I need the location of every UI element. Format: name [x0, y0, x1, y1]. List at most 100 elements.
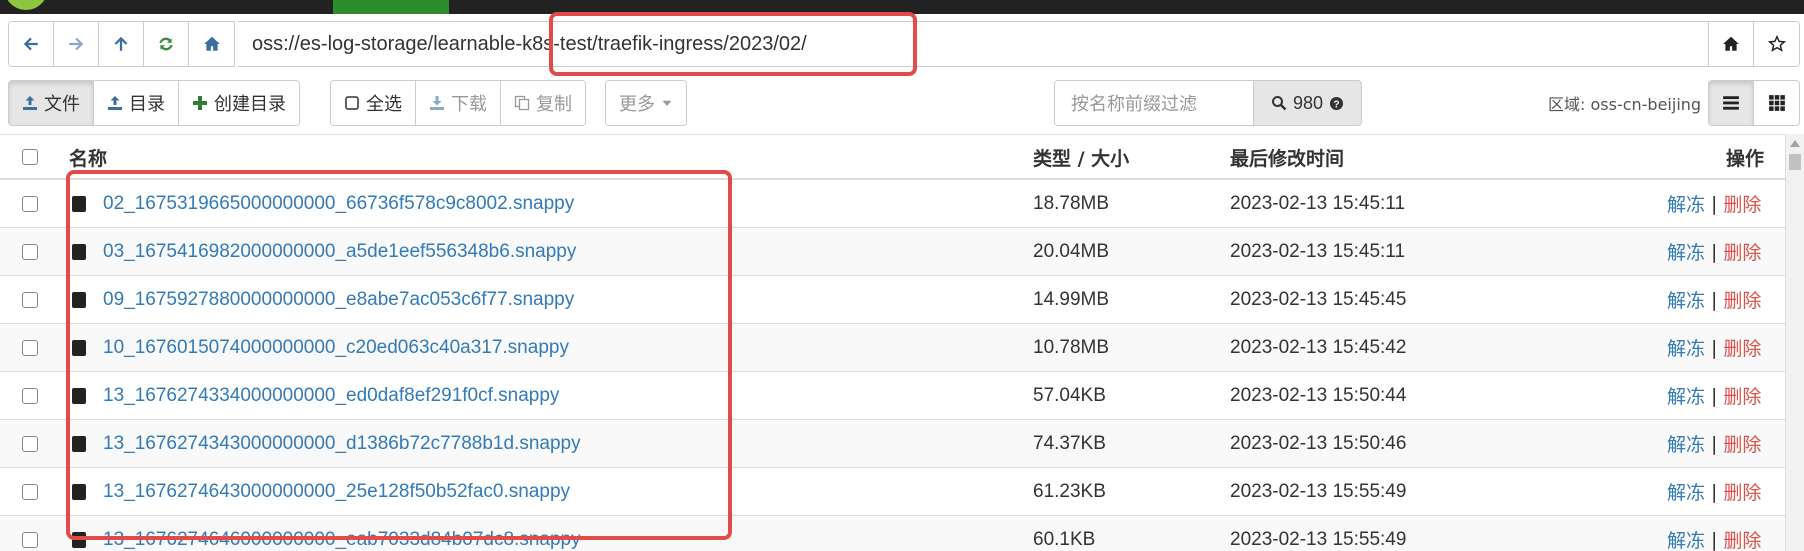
row-actions: 解冻 | 删除	[1667, 324, 1761, 371]
action-separator: |	[1711, 528, 1718, 551]
address-input[interactable]: oss://es-log-storage/learnable-k8s-test/…	[238, 21, 1716, 67]
file-size: 74.37KB	[1033, 432, 1106, 454]
file-name-link[interactable]: 13_1676274334000000000_ed0daf8ef291f0cf.…	[103, 385, 559, 407]
upload-file-button[interactable]: 文件	[9, 81, 94, 125]
delete-link[interactable]: 删除	[1723, 526, 1761, 551]
svg-text:?: ?	[1333, 99, 1339, 110]
file-name-link[interactable]: 02_1675319665000000000_66736f578c9c8002.…	[103, 193, 574, 215]
file-name-cell: 03_1675416982000000000_a5de1eef556348b6.…	[103, 228, 576, 275]
table-row[interactable]: 02_1675319665000000000_66736f578c9c8002.…	[0, 180, 1785, 228]
table-row[interactable]: 13_1676274343000000000_d1386b72c7788b1d.…	[0, 420, 1785, 468]
file-type-cell	[72, 468, 86, 515]
forward-button[interactable]	[54, 22, 99, 66]
active-tab-indicator[interactable]	[333, 0, 449, 14]
file-icon	[72, 483, 86, 500]
scroll-up-arrow-icon[interactable]	[1790, 140, 1800, 147]
refresh-icon	[159, 37, 173, 51]
upload-button-group: 文件 目录 创建目录	[8, 80, 300, 126]
row-checkbox[interactable]	[22, 435, 38, 452]
delete-link[interactable]: 删除	[1723, 286, 1761, 313]
create-dir-button[interactable]: 创建目录	[179, 81, 299, 125]
row-checkbox[interactable]	[22, 243, 38, 260]
toolbar: 文件 目录 创建目录 全选 下载 复制 更多 按名称前缀过滤 980 ? 区域:…	[8, 80, 1800, 126]
file-name-link[interactable]: 13_1676274343000000000_d1386b72c7788b1d.…	[103, 433, 581, 455]
action-separator: |	[1711, 240, 1718, 263]
row-checkbox[interactable]	[22, 531, 38, 548]
file-name-link[interactable]: 10_1676015074000000000_c20ed063c40a317.s…	[103, 337, 569, 359]
file-modified: 2023-02-13 15:45:42	[1230, 336, 1407, 358]
set-home-button[interactable]	[1709, 22, 1754, 66]
unfreeze-link[interactable]: 解冻	[1667, 478, 1705, 505]
file-type-cell	[72, 324, 86, 371]
delete-link[interactable]: 删除	[1723, 478, 1761, 505]
row-select-cell	[22, 324, 38, 371]
address-actions	[1708, 21, 1800, 67]
file-name-link[interactable]: 03_1675416982000000000_a5de1eef556348b6.…	[103, 241, 576, 263]
unfreeze-link[interactable]: 解冻	[1667, 190, 1705, 217]
row-checkbox[interactable]	[22, 483, 38, 500]
header-name[interactable]: 名称	[69, 135, 107, 179]
download-button[interactable]: 下载	[416, 81, 501, 125]
delete-link[interactable]: 删除	[1723, 190, 1761, 217]
file-name-link[interactable]: 09_1675927880000000000_e8abe7ac053c6f77.…	[103, 289, 574, 311]
back-button[interactable]	[9, 22, 54, 66]
row-checkbox[interactable]	[22, 291, 38, 308]
select-all-checkbox[interactable]	[22, 149, 38, 165]
header-modified[interactable]: 最后修改时间	[1230, 135, 1344, 179]
table-row[interactable]: 13_1676274643000000000_25e128f50b52fac0.…	[0, 468, 1785, 516]
row-checkbox[interactable]	[22, 195, 38, 212]
delete-link[interactable]: 删除	[1723, 430, 1761, 457]
select-all-button[interactable]: 全选	[331, 81, 416, 125]
table-row[interactable]: 10_1676015074000000000_c20ed063c40a317.s…	[0, 324, 1785, 372]
download-label: 下载	[451, 94, 487, 115]
unfreeze-link[interactable]: 解冻	[1667, 334, 1705, 361]
table-row[interactable]: 03_1675416982000000000_a5de1eef556348b6.…	[0, 228, 1785, 276]
unfreeze-link[interactable]: 解冻	[1667, 526, 1705, 551]
row-select-cell	[22, 420, 38, 467]
row-select-cell	[22, 468, 38, 515]
home-icon	[203, 36, 220, 51]
delete-link[interactable]: 删除	[1723, 382, 1761, 409]
grid-view-button[interactable]	[1754, 81, 1799, 125]
file-modified: 2023-02-13 15:55:49	[1230, 480, 1407, 502]
file-type-cell	[72, 228, 86, 275]
table-row[interactable]: 13_1676274646000000000_eab7033d84b07dc8.…	[0, 516, 1785, 551]
upload-dir-button[interactable]: 目录	[94, 81, 179, 125]
table-row[interactable]: 09_1675927880000000000_e8abe7ac053c6f77.…	[0, 276, 1785, 324]
action-separator: |	[1711, 432, 1718, 455]
vertical-scrollbar[interactable]	[1785, 134, 1804, 551]
unfreeze-link[interactable]: 解冻	[1667, 286, 1705, 313]
file-size: 57.04KB	[1033, 384, 1106, 406]
header-type-size[interactable]: 类型 / 大小	[1033, 135, 1129, 179]
file-name-cell: 13_1676274343000000000_d1386b72c7788b1d.…	[103, 420, 581, 467]
copy-label: 复制	[536, 94, 572, 115]
up-button[interactable]	[99, 22, 144, 66]
search-count-button[interactable]: 980 ?	[1253, 80, 1362, 126]
file-icon	[72, 195, 86, 212]
copy-button[interactable]: 复制	[501, 81, 585, 125]
file-icon	[72, 387, 86, 404]
row-actions: 解冻 | 删除	[1667, 420, 1761, 467]
file-name-link[interactable]: 13_1676274646000000000_eab7033d84b07dc8.…	[103, 529, 581, 551]
file-table: 名称 类型 / 大小 最后修改时间 操作 02_1675319665000000…	[0, 134, 1785, 551]
list-view-button[interactable]	[1709, 81, 1754, 125]
delete-link[interactable]: 删除	[1723, 334, 1761, 361]
table-row[interactable]: 13_1676274334000000000_ed0daf8ef291f0cf.…	[0, 372, 1785, 420]
scroll-thumb[interactable]	[1789, 154, 1801, 170]
home-button[interactable]	[189, 22, 234, 66]
bookmark-button[interactable]	[1754, 22, 1799, 66]
file-icon	[72, 339, 86, 356]
filter-input[interactable]: 按名称前缀过滤	[1054, 80, 1254, 126]
create-dir-label: 创建目录	[214, 94, 286, 115]
row-checkbox[interactable]	[22, 387, 38, 404]
unfreeze-link[interactable]: 解冻	[1667, 430, 1705, 457]
file-name-link[interactable]: 13_1676274643000000000_25e128f50b52fac0.…	[103, 481, 570, 503]
row-checkbox[interactable]	[22, 339, 38, 356]
unfreeze-link[interactable]: 解冻	[1667, 382, 1705, 409]
more-button[interactable]: 更多	[606, 81, 686, 125]
unfreeze-link[interactable]: 解冻	[1667, 238, 1705, 265]
refresh-button[interactable]	[144, 22, 189, 66]
arrow-up-icon	[114, 36, 128, 51]
delete-link[interactable]: 删除	[1723, 238, 1761, 265]
arrow-right-icon	[69, 37, 84, 51]
